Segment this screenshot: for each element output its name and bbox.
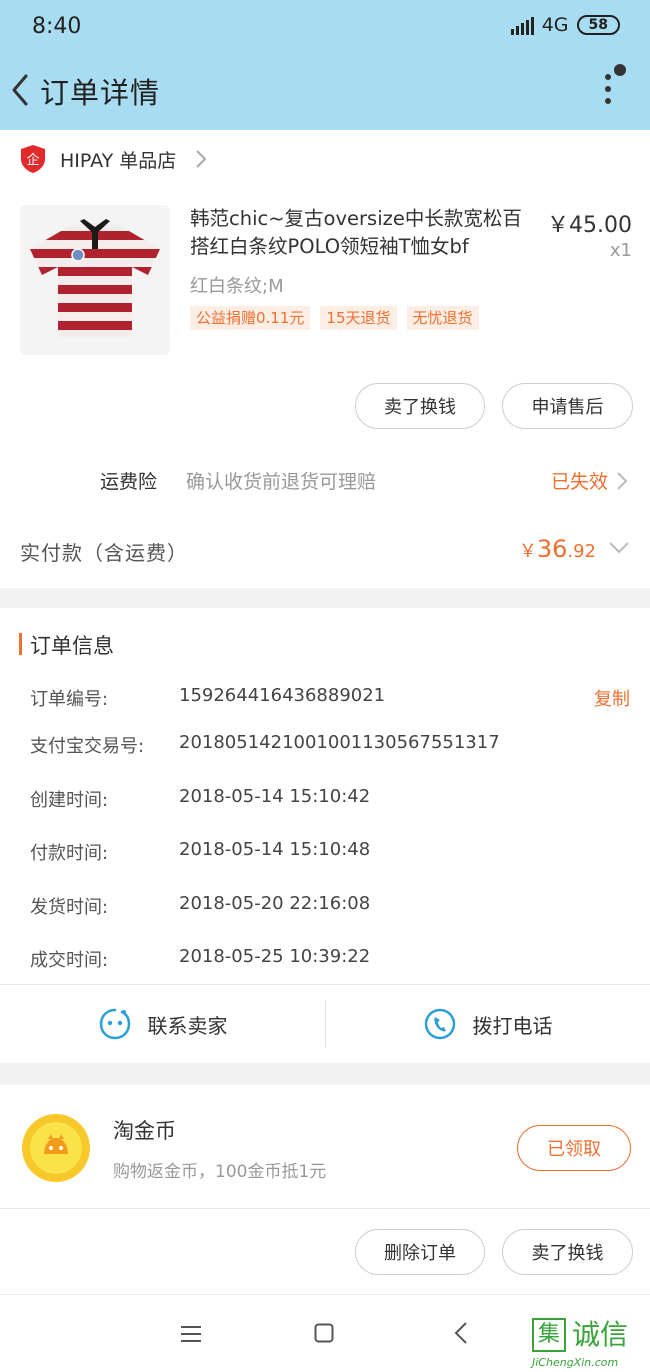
section-divider — [0, 588, 650, 608]
chevron-right-icon — [617, 472, 628, 490]
shipping-insurance-row[interactable]: 运费险 确认收货前退货可理赔 已失效 — [0, 455, 650, 505]
contact-seller-label: 联系卖家 — [147, 1013, 228, 1038]
section-accent-bar — [19, 633, 22, 655]
info-row-paid-time: 付款时间: 2018-05-14 15:10:48 — [30, 839, 630, 869]
currency-symbol: ￥ — [518, 541, 537, 562]
info-key: 成交时间: — [30, 950, 109, 971]
call-phone-button[interactable]: 拨打电话 — [325, 985, 650, 1063]
info-key: 支付宝交易号: — [30, 736, 145, 757]
contact-seller-button[interactable]: 联系卖家 — [0, 985, 325, 1063]
info-row-order-number: 订单编号: 159264416436889021 复制 — [30, 685, 630, 715]
info-row-completed-time: 成交时间: 2018-05-25 10:39:22 — [30, 946, 630, 976]
info-row-alipay-number: 支付宝交易号: 2018051421001001130567551317 — [30, 732, 630, 762]
watermark-brand: 诚信 — [572, 1318, 629, 1351]
divider — [0, 1208, 650, 1209]
copy-button[interactable]: 复制 — [594, 685, 630, 711]
watermark-url: JiChengXin.com — [532, 1356, 619, 1369]
shop-row[interactable]: 企 HIPAY 单品店 — [0, 130, 650, 188]
amount-decimal: .92 — [567, 541, 596, 562]
info-value: 2018-05-20 22:16:08 — [179, 893, 371, 914]
coins-title: 淘金币 — [113, 1119, 176, 1143]
tag-worry-free-return: 无忧退货 — [406, 306, 479, 330]
battery-indicator: 58 — [576, 15, 620, 35]
claimed-button[interactable]: 已领取 — [517, 1125, 631, 1171]
insurance-label: 运费险 — [100, 471, 158, 493]
sell-for-cash-button[interactable]: 卖了换钱 — [355, 383, 485, 429]
info-value: 159264416436889021 — [179, 685, 386, 706]
sell-for-cash-button-bottom[interactable]: 卖了换钱 — [502, 1229, 633, 1275]
product-price: ￥45.00 — [547, 213, 632, 238]
info-row-created-time: 创建时间: 2018-05-14 15:10:42 — [30, 786, 630, 816]
chat-icon — [99, 1008, 130, 1040]
svg-text:企: 企 — [26, 152, 39, 168]
watermark: 集 诚信 JiChengXin.com — [532, 1318, 648, 1372]
more-icon[interactable] — [598, 62, 628, 108]
paid-amount: ￥36.92 — [519, 535, 596, 563]
shop-name: HIPAY 单品店 — [60, 149, 177, 172]
coins-desc: 购物返金币，100金币抵1元 — [113, 1162, 327, 1182]
info-value: 2018-05-25 10:39:22 — [179, 946, 371, 967]
info-value: 2018051421001001130567551317 — [179, 732, 500, 753]
info-key: 订单编号: — [30, 689, 109, 710]
watermark-logo: 集 — [532, 1318, 566, 1352]
page-title: 订单详情 — [40, 76, 161, 110]
paid-label: 实付款（含运费） — [20, 541, 188, 565]
info-row-shipped-time: 发货时间: 2018-05-20 22:16:08 — [30, 893, 630, 923]
info-key: 创建时间: — [30, 790, 109, 811]
menu-icon[interactable] — [180, 1325, 202, 1343]
info-value: 2018-05-14 15:10:42 — [179, 786, 371, 807]
signal-icon — [510, 15, 534, 35]
call-phone-label: 拨打电话 — [472, 1013, 553, 1038]
amount-integer: 36 — [536, 535, 568, 563]
info-key: 发货时间: — [30, 897, 109, 918]
header-bar: 8:40 4G 58 订单详情 — [0, 0, 650, 130]
section-divider — [0, 1063, 650, 1085]
info-value: 2018-05-14 15:10:48 — [179, 839, 371, 860]
info-key: 付款时间: — [30, 843, 109, 864]
product-sku: 红白条纹;M — [190, 276, 284, 297]
insurance-desc: 确认收货前退货可理赔 — [186, 471, 377, 493]
tag-15-day-return: 15天退货 — [320, 306, 397, 330]
product-title[interactable]: 韩范chic~复古oversize中长款宽松百搭红白条纹POLO领短袖T恤女bf — [190, 205, 535, 261]
coin-icon — [22, 1114, 90, 1182]
phone-icon — [424, 1008, 455, 1040]
chevron-down-icon — [609, 542, 629, 554]
shop-logo-icon: 企 — [21, 145, 45, 173]
paid-amount-row[interactable]: 实付款（含运费） ￥36.92 — [0, 525, 650, 581]
after-sale-button[interactable]: 申请售后 — [502, 383, 633, 429]
chevron-right-icon — [196, 150, 207, 168]
delete-order-button[interactable]: 删除订单 — [355, 1229, 485, 1275]
status-time: 8:40 — [32, 14, 82, 39]
nav-back-icon[interactable] — [454, 1321, 468, 1345]
status-indicators: 4G 58 — [510, 14, 620, 36]
product-quantity: x1 — [609, 240, 632, 261]
contact-row: 联系卖家 拨打电话 — [0, 985, 650, 1063]
tag-charity: 公益捐赠0.11元 — [190, 306, 311, 330]
order-info-title: 订单信息 — [30, 634, 114, 658]
product-tags: 公益捐赠0.11元 15天退货 无忧退货 — [190, 306, 479, 330]
home-icon[interactable] — [314, 1323, 334, 1343]
network-type: 4G — [541, 14, 569, 36]
product-image[interactable] — [20, 205, 170, 355]
insurance-status: 已失效 — [550, 471, 608, 493]
back-icon[interactable] — [6, 70, 36, 110]
